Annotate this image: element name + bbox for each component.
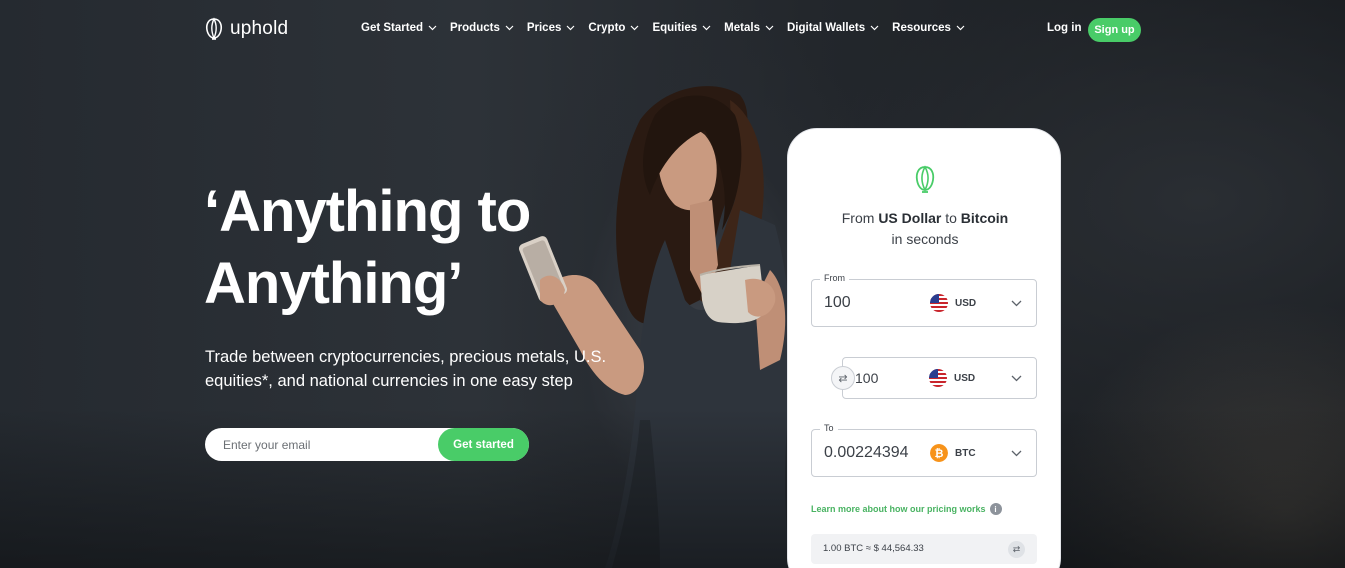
email-input[interactable]: [223, 428, 433, 461]
chevron-down-icon: [702, 25, 711, 31]
from-field[interactable]: From 100 USD: [811, 273, 1037, 327]
chevron-down-icon: [765, 25, 774, 31]
main-menu: Get Started Products Prices Crypto Equit…: [361, 22, 978, 34]
us-flag-icon: [929, 369, 947, 387]
menu-item-digital-wallets[interactable]: Digital Wallets: [787, 22, 879, 34]
menu-label: Resources: [892, 22, 951, 34]
currency-converter-widget: From US Dollar to Bitcoin in seconds Fro…: [787, 128, 1061, 568]
from-currency-select[interactable]: USD: [930, 294, 976, 312]
top-nav: uphold Get Started Products Prices Crypt…: [0, 0, 1345, 60]
to-currency-code: BTC: [955, 447, 976, 459]
menu-label: Prices: [526, 22, 562, 34]
menu-label: Equities: [652, 22, 698, 34]
chevron-down-icon[interactable]: [1011, 375, 1022, 382]
menu-label: Get Started: [361, 22, 423, 34]
login-link[interactable]: Log in: [1047, 22, 1082, 34]
background-shade: [0, 408, 1345, 568]
menu-label: Products: [450, 22, 500, 34]
from-label: From: [820, 273, 849, 283]
menu-item-get-started[interactable]: Get Started: [361, 22, 437, 34]
hero-headline: ‘Anything to Anything’: [204, 179, 531, 316]
intermediate-field[interactable]: 100 USD: [842, 357, 1037, 399]
menu-item-metals[interactable]: Metals: [724, 22, 774, 34]
pricing-info-link[interactable]: Learn more about how our pricing works i: [811, 503, 1002, 515]
get-started-button[interactable]: Get started: [438, 428, 529, 461]
exchange-rate-text: 1.00 BTC ≈ $ 44,564.33: [823, 543, 924, 554]
rate-swap-icon[interactable]: ⇄: [1008, 541, 1025, 558]
chevron-down-icon: [505, 25, 514, 31]
chevron-down-icon[interactable]: [1011, 450, 1022, 457]
uphold-logo-icon: [205, 17, 223, 40]
swap-currencies-button[interactable]: ⇄: [831, 366, 855, 390]
hero-subtext: Trade between cryptocurrencies, precious…: [205, 348, 607, 390]
chevron-down-icon: [956, 25, 965, 31]
menu-label: Digital Wallets: [786, 22, 866, 34]
svg-text:₿: ₿: [935, 447, 944, 460]
bitcoin-icon: ₿: [930, 444, 948, 462]
signup-button[interactable]: Sign up: [1088, 18, 1141, 42]
chevron-down-icon: [566, 25, 575, 31]
chevron-down-icon: [870, 25, 879, 31]
pricing-link-text: Learn more about how our pricing works: [811, 504, 986, 514]
menu-item-crypto[interactable]: Crypto: [588, 22, 639, 34]
title-to-currency: Bitcoin: [960, 210, 1009, 226]
to-label: To: [820, 423, 838, 433]
title-suffix: in seconds: [891, 231, 959, 247]
swap-icon: ⇄: [838, 372, 848, 385]
email-signup-form: Get started: [205, 428, 529, 461]
menu-label: Crypto: [588, 22, 626, 34]
menu-label: Metals: [724, 22, 760, 34]
title-mid: to: [941, 210, 961, 226]
from-amount[interactable]: 100: [824, 294, 851, 312]
converter-title: From US Dollar to Bitcoin in seconds: [788, 208, 1062, 250]
logo-text: uphold: [230, 18, 289, 39]
chevron-down-icon[interactable]: [1011, 300, 1022, 307]
menu-item-resources[interactable]: Resources: [892, 22, 965, 34]
info-icon[interactable]: i: [989, 503, 1002, 515]
us-flag-icon: [930, 294, 948, 312]
menu-item-equities[interactable]: Equities: [652, 22, 711, 34]
exchange-rate-bar: 1.00 BTC ≈ $ 44,564.33 ⇄: [811, 534, 1037, 564]
to-amount[interactable]: 0.00224394: [824, 444, 922, 462]
uphold-logo-icon: [915, 165, 935, 193]
to-currency-select[interactable]: ₿ BTC: [930, 444, 976, 462]
chevron-down-icon: [428, 25, 437, 31]
title-from-currency: US Dollar: [878, 210, 942, 226]
intermediate-currency-select[interactable]: USD: [929, 369, 975, 387]
to-field[interactable]: To 0.00224394 ₿ BTC: [811, 423, 1037, 477]
logo[interactable]: uphold: [204, 16, 288, 42]
menu-item-prices[interactable]: Prices: [527, 22, 576, 34]
chevron-down-icon: [631, 25, 639, 31]
from-currency-code: USD: [955, 297, 977, 309]
intermediate-amount[interactable]: 100: [855, 370, 878, 386]
intermediate-currency-code: USD: [954, 372, 976, 384]
title-prefix: From: [841, 210, 879, 226]
menu-item-products[interactable]: Products: [450, 22, 514, 34]
